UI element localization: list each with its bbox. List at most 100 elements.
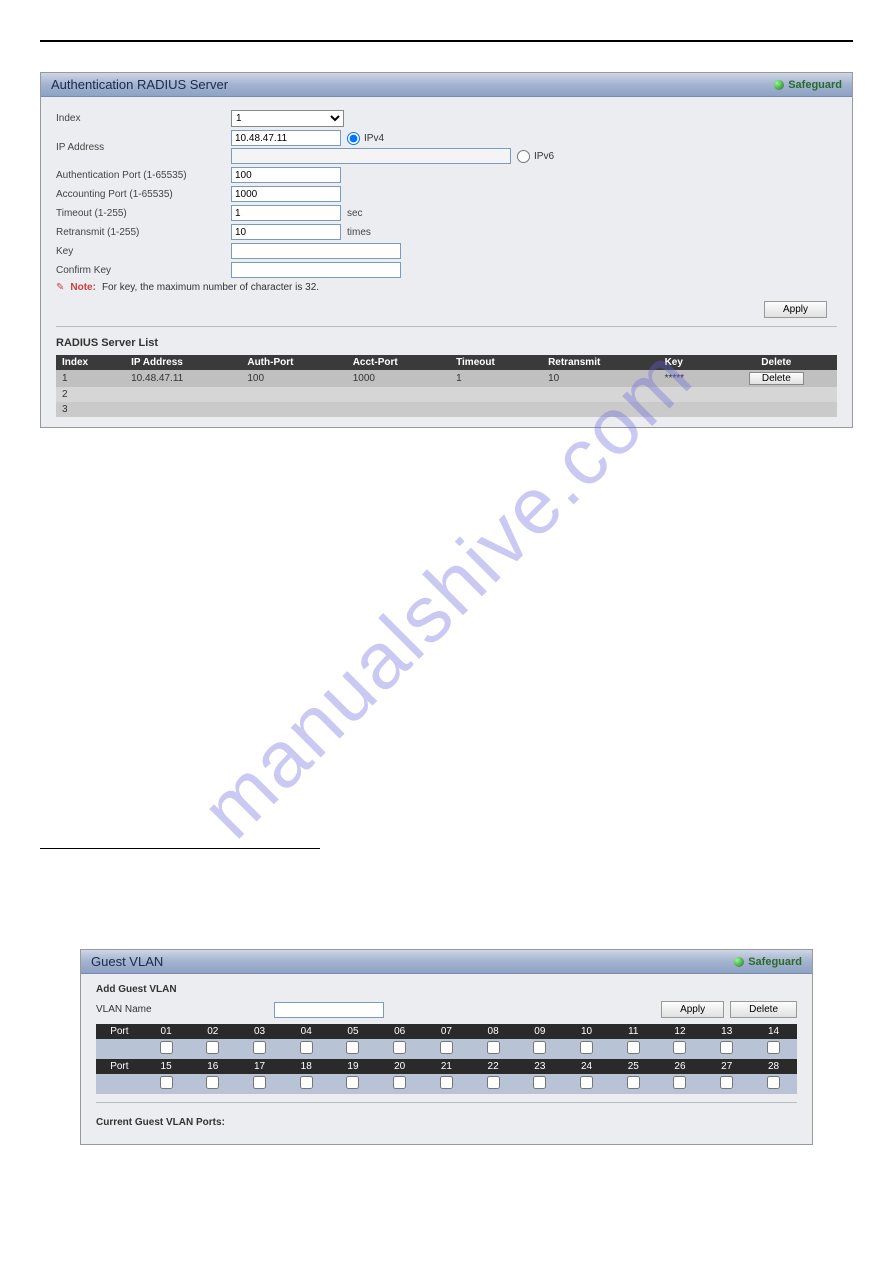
table-row: 1 10.48.47.11 100 1000 1 10 ***** Delete	[56, 370, 837, 387]
timeout-input[interactable]	[231, 205, 341, 221]
port-checkbox[interactable]	[720, 1041, 733, 1054]
radius-server-table: Index IP Address Auth-Port Acct-Port Tim…	[56, 355, 837, 417]
port-checkbox[interactable]	[346, 1041, 359, 1054]
safeguard-icon	[774, 80, 784, 90]
port-checkbox[interactable]	[533, 1041, 546, 1054]
ipv4-radio[interactable]	[347, 132, 360, 145]
radius-list-title: RADIUS Server List	[56, 337, 837, 349]
port-num: 08	[470, 1024, 517, 1039]
port-num: 28	[750, 1059, 797, 1074]
cell-ip: 10.48.47.11	[125, 370, 241, 387]
port-checkbox[interactable]	[206, 1041, 219, 1054]
port-checkbox[interactable]	[627, 1041, 640, 1054]
port-num: 27	[703, 1059, 750, 1074]
confirm-key-input[interactable]	[231, 262, 401, 278]
th-retransmit: Retransmit	[542, 355, 659, 370]
port-num: 19	[330, 1059, 377, 1074]
port-row-label: Port	[96, 1024, 143, 1039]
port-num: 12	[657, 1024, 704, 1039]
note-row: ✎ Note: For key, the maximum number of c…	[56, 282, 837, 293]
apply-button[interactable]: Apply	[764, 301, 827, 318]
port-checkbox[interactable]	[253, 1076, 266, 1089]
cell-index: 1	[56, 370, 125, 387]
port-num: 06	[376, 1024, 423, 1039]
key-label: Key	[56, 246, 231, 257]
port-checkbox[interactable]	[440, 1076, 453, 1089]
ipv6-radio-label: IPv6	[534, 151, 554, 162]
retransmit-input[interactable]	[231, 224, 341, 240]
port-checkbox[interactable]	[487, 1041, 500, 1054]
note-text: For key, the maximum number of character…	[102, 282, 319, 293]
th-key: Key	[659, 355, 716, 370]
ip-address-label: IP Address	[56, 142, 231, 153]
cell-auth: 100	[241, 370, 346, 387]
auth-port-input[interactable]	[231, 167, 341, 183]
cell-timeout: 1	[450, 370, 542, 387]
port-checkbox[interactable]	[533, 1076, 546, 1089]
port-checkbox[interactable]	[393, 1076, 406, 1089]
port-checkbox[interactable]	[720, 1076, 733, 1089]
safeguard-badge: Safeguard	[734, 956, 802, 968]
port-num: 11	[610, 1024, 657, 1039]
key-input[interactable]	[231, 243, 401, 259]
port-checkbox[interactable]	[767, 1076, 780, 1089]
port-checkbox[interactable]	[627, 1076, 640, 1089]
port-checkbox[interactable]	[673, 1076, 686, 1089]
guest-vlan-header: Guest VLAN Safeguard	[81, 950, 812, 974]
port-checkbox[interactable]	[580, 1041, 593, 1054]
port-num: 02	[189, 1024, 236, 1039]
cell-acct: 1000	[347, 370, 450, 387]
confirm-key-label: Confirm Key	[56, 265, 231, 276]
ipv6-radio[interactable]	[517, 150, 530, 163]
port-checkbox[interactable]	[160, 1041, 173, 1054]
acct-port-label: Accounting Port (1-65535)	[56, 189, 231, 200]
th-ip: IP Address	[125, 355, 241, 370]
port-num: 10	[563, 1024, 610, 1039]
radius-panel: Authentication RADIUS Server Safeguard I…	[40, 72, 853, 428]
port-num: 13	[703, 1024, 750, 1039]
port-checkbox[interactable]	[300, 1041, 313, 1054]
acct-port-input[interactable]	[231, 186, 341, 202]
cell-index: 2	[56, 387, 125, 402]
th-acct: Acct-Port	[347, 355, 450, 370]
note-label: Note:	[70, 282, 96, 293]
safeguard-badge: Safeguard	[774, 79, 842, 91]
radius-panel-body: Index 1 IP Address IPv4	[41, 97, 852, 427]
th-delete: Delete	[716, 355, 837, 370]
port-checkbox[interactable]	[253, 1041, 266, 1054]
delete-button[interactable]: Delete	[749, 372, 804, 385]
ipv4-input[interactable]	[231, 130, 341, 146]
port-checkbox[interactable]	[206, 1076, 219, 1089]
ipv6-input[interactable]	[231, 148, 511, 164]
retransmit-suffix: times	[347, 227, 371, 238]
port-checkbox[interactable]	[346, 1076, 359, 1089]
guest-delete-button[interactable]: Delete	[730, 1001, 797, 1018]
vlan-name-input[interactable]	[274, 1002, 384, 1018]
port-num: 04	[283, 1024, 330, 1039]
guest-apply-button[interactable]: Apply	[661, 1001, 724, 1018]
port-num: 18	[283, 1059, 330, 1074]
pencil-icon: ✎	[56, 282, 64, 293]
cell-index: 3	[56, 402, 125, 417]
port-checkbox[interactable]	[440, 1041, 453, 1054]
safeguard-icon	[734, 957, 744, 967]
cell-key: *****	[659, 370, 716, 387]
port-num: 26	[657, 1059, 704, 1074]
ports-table: Port 01 02 03 04 05 06 07 08 09 10 11 12…	[96, 1024, 797, 1094]
port-checkbox[interactable]	[160, 1076, 173, 1089]
port-checkbox[interactable]	[393, 1041, 406, 1054]
table-row: 2	[56, 387, 837, 402]
port-num: 22	[470, 1059, 517, 1074]
port-checkbox[interactable]	[487, 1076, 500, 1089]
th-index: Index	[56, 355, 125, 370]
vlan-name-label: VLAN Name	[96, 1004, 266, 1015]
port-checkbox[interactable]	[673, 1041, 686, 1054]
port-checkbox[interactable]	[300, 1076, 313, 1089]
index-select[interactable]: 1	[231, 110, 344, 127]
port-num: 07	[423, 1024, 470, 1039]
section-divider	[56, 326, 837, 327]
port-checkbox[interactable]	[580, 1076, 593, 1089]
add-guest-vlan-title: Add Guest VLAN	[96, 984, 797, 995]
port-checkbox[interactable]	[767, 1041, 780, 1054]
port-row-label: Port	[96, 1059, 143, 1074]
